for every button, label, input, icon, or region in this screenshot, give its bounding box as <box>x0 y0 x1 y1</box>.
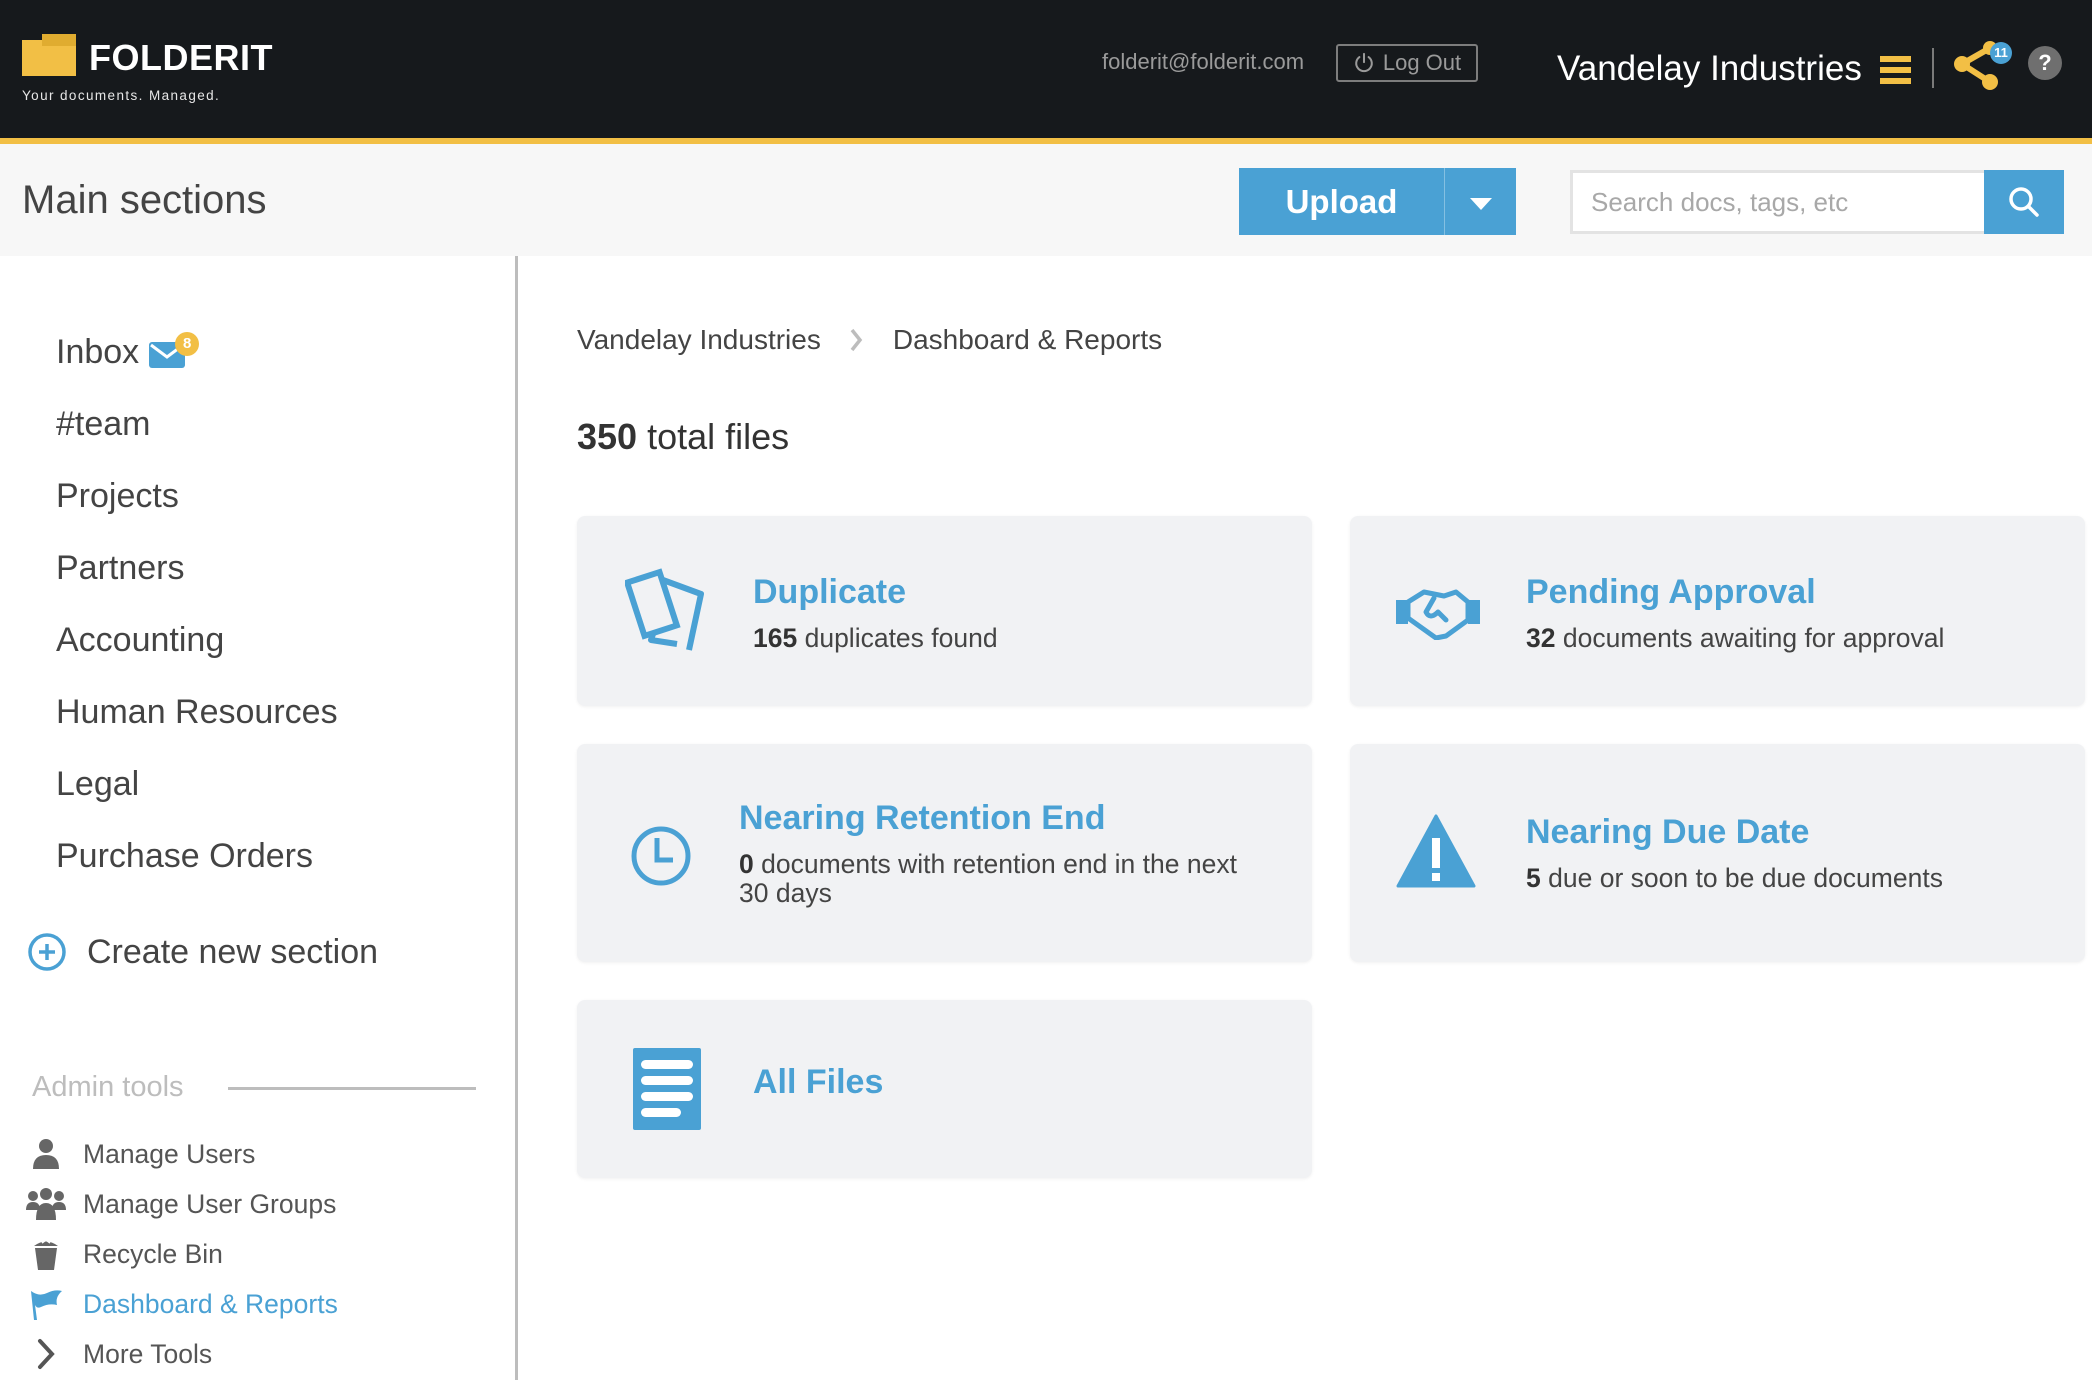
envelope-icon: 8 <box>149 332 201 369</box>
search-button[interactable] <box>1984 170 2064 234</box>
card-title: Nearing Due Date <box>1526 813 1810 851</box>
admin-tools-heading: Admin tools <box>32 1071 184 1103</box>
upload-dropdown-button[interactable] <box>1444 168 1516 235</box>
admin-item-recycle-bin[interactable]: Recycle Bin <box>26 1236 223 1272</box>
card-pending-approval[interactable]: Pending Approval 32 documents awaiting f… <box>1350 516 2085 706</box>
sidebar-item-team[interactable]: #team <box>56 404 151 444</box>
upload-button[interactable]: Upload <box>1239 168 1444 235</box>
clock-icon <box>631 826 691 886</box>
search-icon <box>2009 187 2039 217</box>
warning-icon <box>1396 814 1476 888</box>
chevron-right-icon <box>38 1339 55 1369</box>
create-new-section-label: Create new section <box>87 932 379 971</box>
card-title: Nearing Retention End <box>739 799 1106 837</box>
plus-circle-icon <box>28 933 66 971</box>
admin-item-label: Manage User Groups <box>83 1188 337 1219</box>
admin-item-label: Dashboard & Reports <box>83 1288 338 1319</box>
admin-item-label: More Tools <box>83 1338 213 1369</box>
organization-name[interactable]: Vandelay Industries <box>1557 48 1862 90</box>
card-count: 32 <box>1526 623 1556 653</box>
folderit-logo[interactable]: FOLDERIT Your documents. Managed. <box>22 34 302 106</box>
logout-button[interactable]: Log Out <box>1336 44 1478 82</box>
folder-logo-icon <box>22 34 76 76</box>
card-description: 32 documents awaiting for approval <box>1526 624 2066 653</box>
handshake-icon <box>1396 589 1480 640</box>
card-duplicate[interactable]: Duplicate 165 duplicates found <box>577 516 1312 706</box>
card-text: documents awaiting for approval <box>1562 623 1945 653</box>
breadcrumb: Vandelay Industries Dashboard & Reports <box>577 322 1162 358</box>
total-files-count: 350 <box>577 416 638 457</box>
sidebar-item-legal[interactable]: Legal <box>56 764 139 804</box>
help-icon[interactable]: ? <box>2028 46 2062 80</box>
card-all-files[interactable]: All Files <box>577 1000 1312 1178</box>
inbox-count-badge: 8 <box>175 332 200 357</box>
sidebar-item-accounting[interactable]: Accounting <box>56 620 224 660</box>
chevron-right-icon <box>850 328 863 352</box>
sidebar-item-purchase-orders[interactable]: Purchase Orders <box>56 836 313 876</box>
brand-tagline: Your documents. Managed. <box>22 88 221 103</box>
brand-name: FOLDERIT <box>89 37 273 78</box>
caret-down-icon <box>1469 197 1492 210</box>
flag-icon <box>31 1290 62 1320</box>
card-description: 5 due or soon to be due documents <box>1526 864 2066 893</box>
subheader: Main sections Upload <box>0 144 2092 256</box>
sidebar-item-projects[interactable]: Projects <box>56 476 179 516</box>
card-text: documents with retention end in the next… <box>739 849 1237 908</box>
page-section-title: Main sections <box>22 178 267 222</box>
card-text: due or soon to be due documents <box>1548 863 1943 893</box>
breadcrumb-item-organization[interactable]: Vandelay Industries <box>577 324 821 356</box>
total-files-label: total files <box>647 416 790 457</box>
power-icon <box>1355 52 1373 73</box>
users-group-icon <box>26 1188 66 1220</box>
card-description: 165 duplicates found <box>753 624 1273 653</box>
card-count: 165 <box>753 623 798 653</box>
user-icon <box>33 1139 59 1169</box>
sidebar-item-inbox[interactable]: Inbox 8 <box>56 332 201 372</box>
logout-label: Log Out <box>1382 50 1462 75</box>
duplicate-icon <box>625 568 704 651</box>
admin-item-more-tools[interactable]: More Tools <box>26 1336 212 1372</box>
breadcrumb-item-current: Dashboard & Reports <box>892 324 1163 355</box>
card-title: Pending Approval <box>1526 573 1816 611</box>
create-new-section-button[interactable]: Create new section <box>27 930 378 974</box>
card-description: 0 documents with retention end in the ne… <box>739 850 1239 908</box>
trash-icon <box>34 1239 58 1270</box>
search-input[interactable] <box>1570 170 1984 234</box>
card-text: duplicates found <box>804 623 998 653</box>
share-count-badge: 11 <box>1990 42 2012 64</box>
total-files-summary: 350 total files <box>577 414 789 460</box>
admin-item-manage-users[interactable]: Manage Users <box>26 1136 255 1172</box>
user-email: folderit@folderit.com <box>1102 49 1305 74</box>
admin-item-manage-user-groups[interactable]: Manage User Groups <box>26 1186 336 1222</box>
admin-item-dashboard-reports[interactable]: Dashboard & Reports <box>26 1286 338 1322</box>
card-nearing-retention-end[interactable]: Nearing Retention End 0 documents with r… <box>577 744 1312 962</box>
header-divider <box>1932 48 1934 88</box>
card-title: Duplicate <box>753 573 907 611</box>
sidebar-item-partners[interactable]: Partners <box>56 548 185 588</box>
sidebar-item-human-resources[interactable]: Human Resources <box>56 692 338 732</box>
admin-item-label: Recycle Bin <box>83 1238 223 1269</box>
sidebar-item-label: Inbox <box>56 333 140 371</box>
card-count: 0 <box>739 849 754 879</box>
document-list-icon <box>633 1048 701 1130</box>
card-title: All Files <box>753 1063 884 1101</box>
card-count: 5 <box>1526 863 1541 893</box>
card-nearing-due-date[interactable]: Nearing Due Date 5 due or soon to be due… <box>1350 744 2085 962</box>
admin-item-label: Manage Users <box>83 1138 256 1169</box>
top-bar: FOLDERIT Your documents. Managed. folder… <box>0 0 2092 138</box>
sidebar-divider <box>515 256 518 1380</box>
admin-tools-divider <box>228 1087 476 1090</box>
hamburger-menu-icon[interactable] <box>1880 56 1911 84</box>
